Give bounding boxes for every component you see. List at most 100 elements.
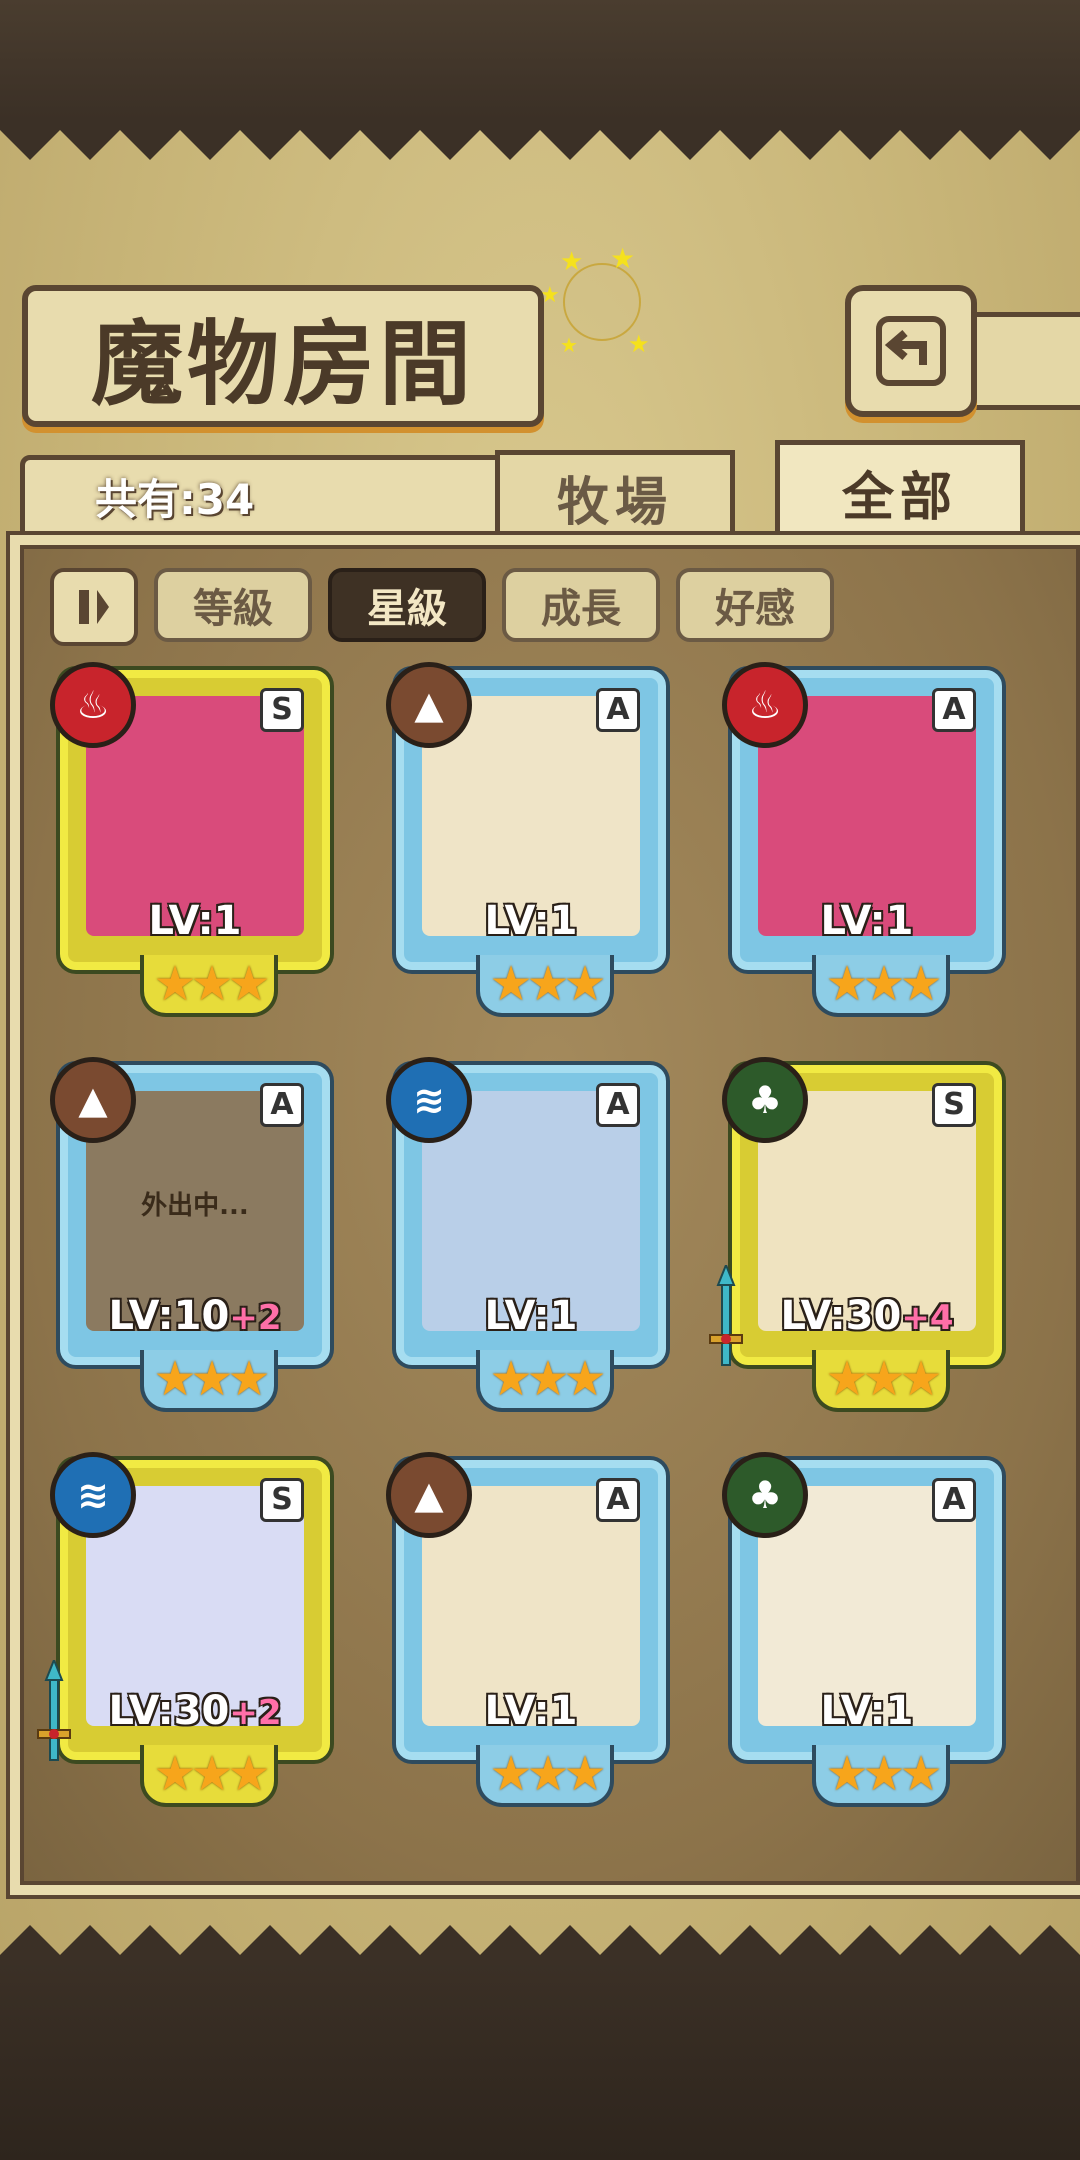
back-rail xyxy=(960,312,1080,410)
monster-card[interactable]: A ≋ LV:1 ★★★ xyxy=(386,1057,676,1412)
level-plus: +2 xyxy=(229,1693,282,1733)
rank-badge: A xyxy=(596,688,640,732)
level-value: LV:1 xyxy=(820,1688,914,1734)
level-label: LV:30+4 xyxy=(722,1293,1012,1339)
monster-card[interactable]: A ♣ LV:1 ★★★ xyxy=(722,1452,1012,1807)
element-glyph: ♣ xyxy=(747,1473,783,1517)
monster-card[interactable]: S ♣ LV:30+4 ★★★ xyxy=(709,1057,1012,1412)
back-arrow-icon xyxy=(876,316,946,386)
level-value: LV:1 xyxy=(484,1293,578,1339)
earth-element-icon: ▲ xyxy=(50,1057,136,1143)
tab-ranch-label: 牧場 xyxy=(556,473,673,533)
star-rating-icon: ★★★ xyxy=(153,1351,270,1407)
monster-count: 共有:34 xyxy=(95,475,255,524)
page-title: 魔物房間 xyxy=(90,309,475,418)
monster-card[interactable]: A ▲ 外出中... LV:10+2 ★★★ xyxy=(50,1057,340,1412)
level-label: LV:1 xyxy=(386,1293,676,1339)
bottom-border xyxy=(0,1960,1080,2160)
tab-all-label: 全部 xyxy=(841,468,958,528)
element-glyph: ▲ xyxy=(414,1473,444,1517)
star-rating-icon: ★★★ xyxy=(825,956,942,1012)
earth-element-icon: ▲ xyxy=(386,1452,472,1538)
star-tray: ★★★ xyxy=(812,1350,950,1412)
level-value: LV:1 xyxy=(820,898,914,944)
top-torn-edge xyxy=(0,120,1080,160)
rank-badge: S xyxy=(260,688,304,732)
level-label: LV:1 xyxy=(386,898,676,944)
filter-level[interactable]: 等級 xyxy=(154,568,312,642)
monster-card[interactable]: A ♨ LV:1 ★★★ xyxy=(722,662,1012,1017)
monster-card[interactable]: A ▲ LV:1 ★★★ xyxy=(386,662,676,1017)
water-element-icon: ≋ xyxy=(386,1057,472,1143)
element-glyph: ♣ xyxy=(747,1078,783,1122)
water-element-icon: ≋ xyxy=(50,1452,136,1538)
element-glyph: ♨ xyxy=(747,683,783,727)
level-value: LV:10 xyxy=(108,1293,230,1339)
level-value: LV:1 xyxy=(484,898,578,944)
filter-stars[interactable]: 星級 xyxy=(328,568,486,642)
sword-icon xyxy=(709,1265,743,1366)
level-label: LV:1 xyxy=(722,1688,1012,1734)
top-border xyxy=(0,0,1080,120)
sword-icon xyxy=(37,1660,71,1761)
star-tray: ★★★ xyxy=(476,955,614,1017)
svg-text:★: ★ xyxy=(560,333,578,357)
star-rating-icon: ★★★ xyxy=(153,1746,270,1802)
filter-growth[interactable]: 成長 xyxy=(502,568,660,642)
star-rating-icon: ★★★ xyxy=(825,1746,942,1802)
star-tray: ★★★ xyxy=(140,955,278,1017)
sort-order-button[interactable] xyxy=(50,568,138,646)
fire-element-icon: ♨ xyxy=(50,662,136,748)
star-tray: ★★★ xyxy=(476,1745,614,1807)
rank-badge: A xyxy=(596,1083,640,1127)
stars-decoration-icon: ★ ★ ★ ★ ★ xyxy=(540,242,650,358)
pause-sort-icon xyxy=(79,590,109,624)
wood-element-icon: ♣ xyxy=(722,1452,808,1538)
level-label: LV:1 xyxy=(722,898,1012,944)
element-glyph: ▲ xyxy=(78,1078,108,1122)
tab-all[interactable]: 全部 xyxy=(775,440,1025,540)
star-rating-icon: ★★★ xyxy=(489,1351,606,1407)
star-rating-icon: ★★★ xyxy=(825,1351,942,1407)
rank-badge: A xyxy=(596,1478,640,1522)
element-glyph: ≋ xyxy=(77,1473,109,1517)
svg-text:★: ★ xyxy=(610,242,635,275)
filter-affinity[interactable]: 好感 xyxy=(676,568,834,642)
star-rating-icon: ★★★ xyxy=(489,956,606,1012)
level-value: LV:30 xyxy=(108,1688,230,1734)
svg-text:★: ★ xyxy=(628,330,650,358)
star-tray: ★★★ xyxy=(812,955,950,1017)
title-plate: 魔物房間 xyxy=(22,285,544,427)
star-tray: ★★★ xyxy=(140,1350,278,1412)
star-tray: ★★★ xyxy=(140,1745,278,1807)
monster-card[interactable]: A ▲ LV:1 ★★★ xyxy=(386,1452,676,1807)
element-glyph: ▲ xyxy=(414,683,444,727)
rank-badge: S xyxy=(260,1478,304,1522)
rank-badge: A xyxy=(260,1083,304,1127)
monster-grid: S ♨ LV:1 ★★★ A ▲ LV:1 ★★★ A ♨ LV:1 ★★★ A ▲ 外出中... LV:10… xyxy=(37,662,1030,1820)
level-plus: +4 xyxy=(901,1298,954,1338)
rank-badge: A xyxy=(932,688,976,732)
rank-badge: S xyxy=(932,1083,976,1127)
back-button[interactable] xyxy=(845,285,977,417)
rank-badge: A xyxy=(932,1478,976,1522)
filter-bar: 等級 星級 成長 好感 xyxy=(50,568,834,646)
earth-element-icon: ▲ xyxy=(386,662,472,748)
wood-element-icon: ♣ xyxy=(722,1057,808,1143)
element-glyph: ≋ xyxy=(413,1078,445,1122)
monster-card[interactable]: S ♨ LV:1 ★★★ xyxy=(50,662,340,1017)
level-value: LV:1 xyxy=(484,1688,578,1734)
level-label: LV:1 xyxy=(386,1688,676,1734)
svg-text:★: ★ xyxy=(560,247,583,277)
level-value: LV:30 xyxy=(780,1293,902,1339)
star-tray: ★★★ xyxy=(476,1350,614,1412)
level-label: LV:10+2 xyxy=(50,1293,340,1339)
monster-card[interactable]: S ≋ LV:30+2 ★★★ xyxy=(37,1452,340,1807)
bottom-torn-edge xyxy=(0,1925,1080,1965)
fire-element-icon: ♨ xyxy=(722,662,808,748)
tab-ranch[interactable]: 牧場 xyxy=(495,450,735,540)
level-label: LV:1 xyxy=(50,898,340,944)
level-value: LV:1 xyxy=(148,898,242,944)
star-rating-icon: ★★★ xyxy=(489,1746,606,1802)
element-glyph: ♨ xyxy=(75,683,111,727)
